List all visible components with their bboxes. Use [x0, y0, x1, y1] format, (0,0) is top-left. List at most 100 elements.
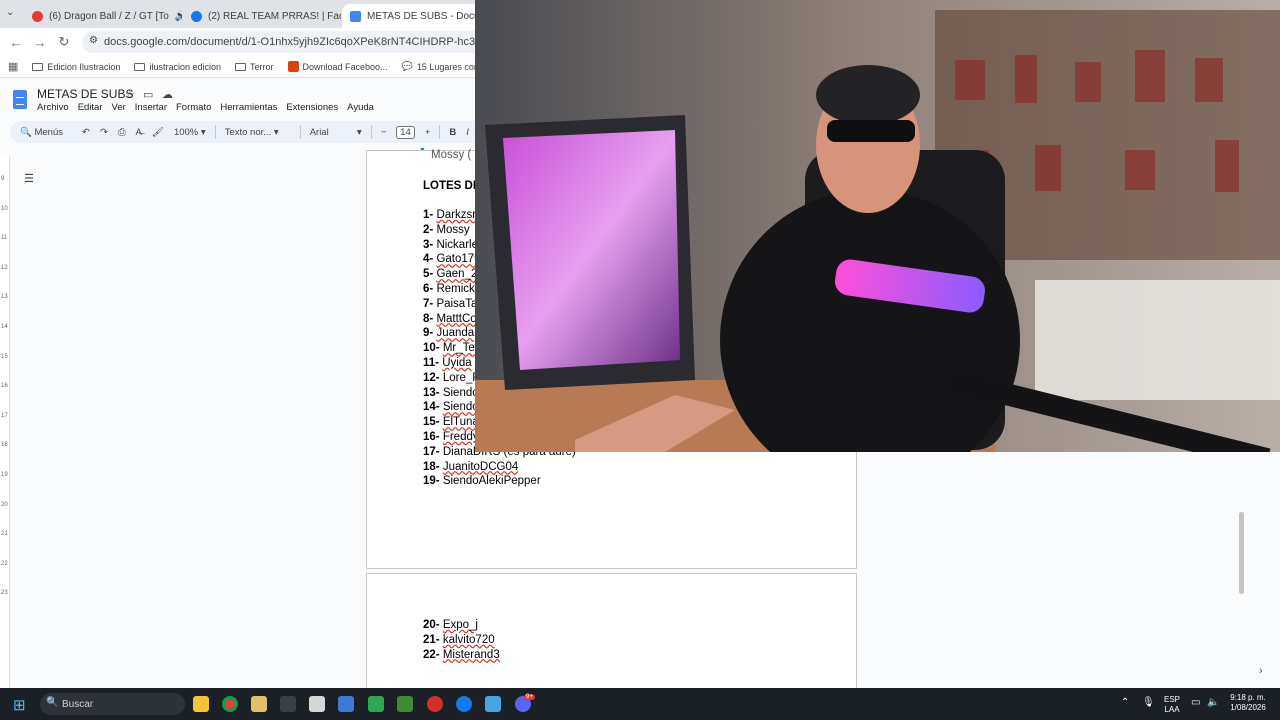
site-info-icon[interactable]: ⚙ — [89, 35, 98, 46]
menu-herramientas[interactable]: Herramientas — [220, 102, 277, 113]
menu-ver[interactable]: Ver — [112, 102, 126, 113]
folder-icon — [235, 62, 246, 71]
menu-archivo[interactable]: Archivo — [37, 102, 69, 113]
menu-formato[interactable]: Formato — [176, 102, 211, 113]
entry-number: 2- — [423, 223, 434, 236]
entry-line: 20- Expo_j — [423, 619, 478, 631]
entry-number: 1- — [423, 209, 434, 221]
bookmark-ilustracion-edicion[interactable]: ilustracion edicion — [134, 62, 221, 72]
language-indicator[interactable]: ESP LAA — [1160, 695, 1184, 715]
clock[interactable]: 9:18 p. m. 1/08/2026 — [1225, 693, 1271, 713]
document-title[interactable]: METAS DE SUBS — [37, 87, 133, 101]
decrease-font-size-icon[interactable]: − — [381, 127, 387, 138]
display-icon[interactable]: ▭ — [1191, 698, 1200, 708]
windows-taskbar — [0, 688, 1280, 720]
tab-search-icon[interactable]: ⌄ — [6, 7, 14, 18]
forward-arrow-icon[interactable]: → — [28, 35, 52, 50]
entry-number: 22- — [423, 648, 440, 661]
zoom-select[interactable]: 100% ▾ — [174, 127, 206, 138]
chevron-up-icon[interactable]: ⌃ — [1121, 698, 1129, 708]
chevron-down-icon: ▾ — [356, 126, 362, 138]
print-icon[interactable]: ⎙ — [118, 127, 126, 138]
entry-name: Darkzsr — [436, 209, 477, 221]
redo-icon[interactable]: ↷ — [100, 127, 108, 138]
entry-name: Remick — [436, 283, 475, 295]
volume-icon[interactable]: 🔈 — [1207, 698, 1219, 708]
docs-menu-bar: Archivo Editar Ver Insertar Formato Herr… — [37, 102, 374, 113]
font-select[interactable]: Arial ▾ — [310, 127, 362, 138]
sunglasses — [827, 120, 915, 142]
taskbar-search-input[interactable]: 🔍 Buscar — [40, 693, 185, 715]
entry-line: 21- kalvito720 — [423, 634, 495, 646]
undo-icon[interactable]: ↶ — [82, 127, 90, 138]
entry-number: 16- — [423, 431, 440, 443]
chevron-right-icon[interactable]: › — [1259, 665, 1263, 677]
increase-font-size-icon[interactable]: + — [425, 127, 431, 138]
menu-ayuda[interactable]: Ayuda — [347, 102, 374, 113]
entry-name: Uyida — [442, 357, 472, 369]
facebook-favicon-icon — [191, 10, 202, 22]
menu-editar[interactable]: Editar — [78, 102, 103, 113]
search-menus-button[interactable]: 🔍 Menús — [20, 127, 63, 138]
entry-name: Siendo — [442, 386, 479, 399]
app-icon[interactable] — [368, 696, 384, 712]
entry-line: 10- Mr_Tet — [423, 342, 478, 354]
download-icon — [287, 61, 299, 72]
bookmark-edicion-ilustracion[interactable]: Edicion Ilustracion — [32, 62, 120, 72]
ruler-number: 10 — [1, 205, 8, 212]
back-arrow-icon[interactable]: ← — [4, 35, 28, 50]
minecraft-icon[interactable] — [397, 696, 413, 712]
entry-number: 15- — [423, 416, 440, 429]
app-icon[interactable] — [485, 696, 501, 712]
paint-format-icon[interactable]: 🖌 — [152, 127, 164, 138]
calculator-icon[interactable] — [338, 696, 354, 712]
move-folder-icon[interactable]: ▭ — [143, 88, 153, 101]
bookmark-download-facebook[interactable]: Download Faceboo... — [287, 61, 388, 72]
ruler-number: 20 — [1, 501, 8, 508]
entry-line: 2- Mossy — [423, 224, 470, 236]
scrollbar-thumb[interactable] — [1239, 512, 1244, 594]
bookmark-terror[interactable]: Terror — [235, 62, 274, 72]
search-icon: 🔍 — [20, 126, 32, 138]
chrome-icon[interactable] — [222, 696, 238, 712]
file-explorer-icon[interactable] — [193, 696, 209, 712]
entry-name: Mossy — [436, 223, 470, 236]
tab-dragon-ball[interactable]: (6) Dragon Ball / Z / GT [To 🔊 ✕ — [24, 4, 182, 28]
reload-icon[interactable]: ↻ — [52, 34, 76, 50]
app-icon[interactable] — [309, 696, 325, 712]
entry-line: 8- MatttCo — [423, 313, 477, 325]
ruler-number: 21 — [1, 531, 8, 538]
ruler-number: 16 — [1, 383, 8, 390]
document-outline-icon[interactable]: ☰ — [24, 172, 34, 185]
entry-name: SiendoAlekiPepper — [442, 475, 541, 488]
chevron-down-icon: ▾ — [200, 126, 206, 138]
facebook-icon[interactable] — [456, 696, 472, 712]
app-icon[interactable] — [427, 696, 443, 712]
entry-number: 18- — [423, 460, 440, 473]
entry-name: Lore_F — [442, 371, 480, 384]
italic-button[interactable]: I — [466, 127, 469, 138]
apps-grid-icon[interactable]: ▦ — [8, 60, 18, 73]
entry-name: Nickarle — [436, 238, 478, 251]
entry-name: Freddy — [442, 431, 479, 443]
style-select[interactable]: Texto nor... ▾ — [225, 127, 291, 138]
cloud-status-icon[interactable]: ☁ — [162, 88, 173, 101]
microphone-icon[interactable]: 🎙 — [1142, 698, 1155, 708]
menu-insertar[interactable]: Insertar — [135, 102, 167, 113]
bold-button[interactable]: B — [449, 127, 456, 138]
youtube-favicon-icon — [32, 10, 43, 22]
windows-start-icon[interactable]: ⊞ — [13, 696, 26, 714]
font-size-input[interactable]: 14 — [396, 125, 415, 139]
star-icon[interactable]: ☆ — [125, 88, 135, 101]
spellcheck-icon[interactable]: A̶ — [136, 127, 142, 138]
tab-facebook[interactable]: (2) REAL TEAM PRRAS! | Facebo ✕ — [183, 4, 341, 28]
google-docs-logo-icon[interactable] — [13, 90, 27, 109]
ruler-number: 22 — [1, 560, 8, 567]
entry-number: 19- — [423, 475, 440, 488]
app-icon[interactable] — [280, 696, 296, 712]
entry-line: 22- Misterand3 — [423, 649, 500, 661]
menu-extensiones[interactable]: Extensiones — [286, 102, 338, 113]
vertical-ruler[interactable]: 9 10 11 12 13 14 15 16 17 18 19 20 21 22 23 — [0, 156, 10, 688]
speaker-icon[interactable]: 🔊 — [175, 11, 182, 22]
app-icon[interactable] — [251, 696, 267, 712]
